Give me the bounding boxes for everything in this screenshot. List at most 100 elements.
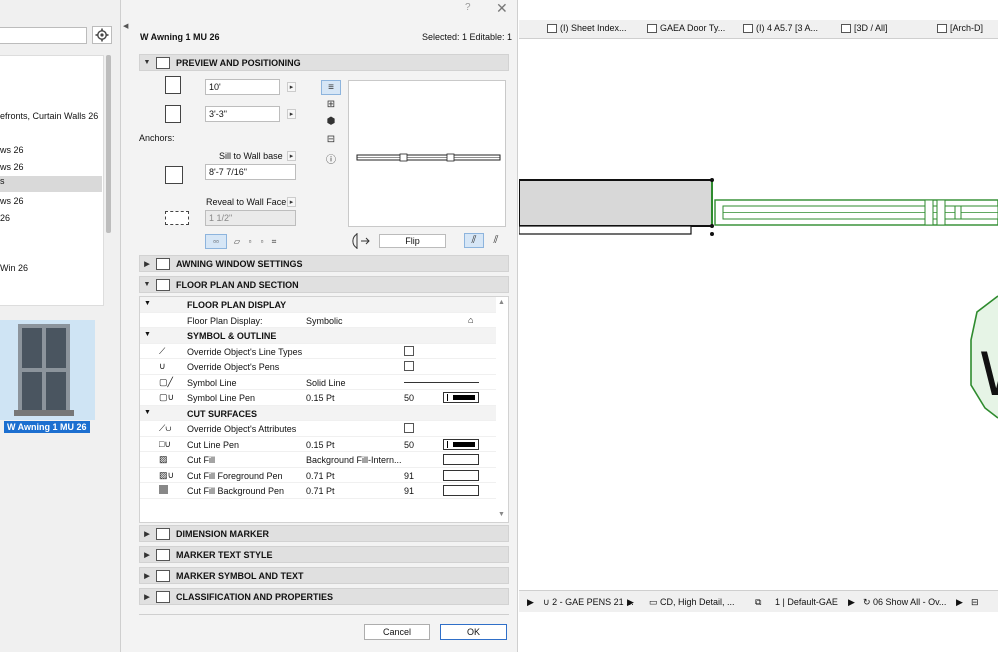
table-row[interactable]: □∪ Cut Line Pen 0.15 Pt 50 (140, 437, 496, 452)
width-menu-arrow[interactable]: ▸ (287, 82, 296, 92)
symbol-line-icon: ▢╱ (159, 376, 173, 387)
pen-swatch[interactable] (443, 438, 479, 450)
tree-item[interactable]: efronts, Curtain Walls 26 (0, 111, 102, 121)
table-row[interactable]: Cut Fill Background Pen 0.71 Pt 91 (140, 483, 496, 499)
model-view-selector[interactable]: ▭ CD, High Detail, ... (649, 597, 735, 608)
view-info-button[interactable]: ⓘ (321, 151, 341, 166)
library-settings-button[interactable] (92, 26, 112, 44)
tree-item-selected[interactable]: s (0, 176, 102, 192)
pen-set-selector[interactable]: ∪ 2 - GAE PENS 21 ... (543, 597, 634, 608)
height-field[interactable]: 3'-3" (205, 106, 280, 122)
library-object-preview[interactable] (0, 320, 95, 420)
sill-height-field[interactable]: 8'-7 7/16" (205, 164, 296, 180)
row-label: Override Object's Line Types (187, 346, 303, 357)
tree-item[interactable]: 26 (0, 213, 102, 223)
cancel-button[interactable]: Cancel (364, 624, 430, 640)
flip-button[interactable]: Flip (379, 234, 446, 248)
override-attributes-checkbox[interactable] (404, 423, 414, 433)
scroll-up-icon[interactable]: ▲ (498, 299, 505, 306)
row-value[interactable]: Symbolic (306, 316, 343, 326)
scroll-down-icon[interactable]: ▼ (498, 511, 505, 518)
section-preview-and-positioning[interactable]: ▼ PREVIEW AND POSITIONING (139, 54, 509, 71)
width-field[interactable]: 10' (205, 79, 280, 95)
library-tree[interactable]: efronts, Curtain Walls 26 ws 26 ws 26 s … (0, 55, 104, 306)
pen-number[interactable]: 50 (404, 440, 414, 450)
sill-mode-label[interactable]: Sill to Wall base (219, 151, 283, 161)
section-classification-and-properties[interactable]: ▶ CLASSIFICATION AND PROPERTIES (139, 588, 509, 605)
pen-number[interactable]: 91 (404, 471, 414, 481)
opening-side-left-button[interactable]: ⫽ (464, 233, 484, 248)
table-row[interactable]: ▢╱ Symbol Line Solid Line (140, 375, 496, 390)
tab-layout[interactable]: [Arch-D] (937, 23, 983, 33)
height-menu-arrow[interactable]: ▸ (287, 109, 296, 119)
tree-item[interactable]: ws 26 (0, 162, 102, 172)
row-value[interactable]: Solid Line (306, 378, 346, 388)
mirror-icon[interactable] (347, 232, 375, 250)
close-button[interactable]: ✕ (496, 0, 508, 17)
reveal-mode-arrow[interactable]: ▸ (287, 197, 296, 207)
layer-icon-button[interactable]: ⧉ (755, 597, 761, 608)
tab-3d[interactable]: [3D / All] (841, 23, 888, 33)
anchor-option-1[interactable]: ▫▫ (205, 234, 227, 249)
expanded-arrow-icon: ▼ (144, 408, 151, 416)
group-floor-plan-display[interactable]: ▼ FLOOR PLAN DISPLAY (140, 297, 496, 313)
section-marker-symbol-and-text[interactable]: ▶ MARKER SYMBOL AND TEXT (139, 567, 509, 584)
group-label: SYMBOL & OUTLINE (187, 331, 277, 341)
tree-item[interactable]: ws 26 (0, 196, 102, 206)
table-row[interactable]: ⟋ Override Object's Line Types (140, 344, 496, 359)
renovation-filter-selector[interactable]: ↻ 06 Show All - Ov... (863, 597, 946, 608)
reveal-mode-label[interactable]: Reveal to Wall Face (206, 197, 286, 207)
table-row[interactable]: Floor Plan Display: Symbolic ⌂ (140, 313, 496, 328)
section-marker-text-style[interactable]: ▶ MARKER TEXT STYLE (139, 546, 509, 563)
table-row[interactable]: ▨∪ Cut Fill Foreground Pen 0.71 Pt 91 (140, 468, 496, 483)
section-awning-window-settings[interactable]: ▶ AWNING WINDOW SETTINGS (139, 255, 509, 272)
scroll-right-icon[interactable]: ▶ (848, 597, 855, 608)
help-button[interactable]: ? (465, 2, 471, 13)
table-row[interactable]: ▨ Cut Fill Background Fill-Intern... (140, 452, 496, 468)
table-row[interactable]: ⟋∪ Override Object's Attributes (140, 421, 496, 437)
anchor-option-5[interactable]: ⌗ (264, 234, 284, 249)
view-floor-plan-button[interactable]: ≡ (321, 80, 341, 95)
scroll-right-icon[interactable]: ▶ (627, 597, 634, 608)
override-line-types-checkbox[interactable] (404, 345, 414, 356)
view-section-button[interactable]: ⊟ (321, 132, 341, 147)
tree-item[interactable]: Win 26 (0, 263, 102, 273)
tab-elevation[interactable]: (I) 4 A5.7 [3 A... (743, 23, 818, 33)
row-label: Floor Plan Display: (187, 315, 263, 326)
pen-swatch[interactable] (443, 392, 479, 403)
row-value[interactable]: Background Fill-Intern... (306, 455, 402, 465)
attributes-icon: ⟋∪ (159, 423, 172, 433)
group-label: CUT SURFACES (187, 408, 258, 419)
section-floor-plan-and-section[interactable]: ▼ FLOOR PLAN AND SECTION (139, 276, 509, 293)
fill-swatch[interactable] (443, 469, 479, 481)
expanded-arrow-icon: ▼ (143, 281, 151, 288)
tab-sheet-index[interactable]: (I) Sheet Index... (547, 23, 627, 33)
library-tree-scrollbar[interactable] (106, 55, 111, 233)
scroll-right-icon[interactable]: ▶ (956, 597, 963, 608)
layer-combo-selector[interactable]: 1 | Default-GAE (775, 597, 838, 607)
window-plan-preview (356, 153, 501, 162)
section-dimension-marker[interactable]: ▶ DIMENSION MARKER (139, 525, 509, 542)
group-cut-surfaces[interactable]: ▼ CUT SURFACES (140, 405, 496, 421)
fill-swatch[interactable] (443, 454, 479, 465)
table-row[interactable]: ∪ Override Object's Pens (140, 359, 496, 375)
view-3d-button[interactable]: ⬢ (321, 114, 341, 129)
group-symbol-outline[interactable]: ▼ SYMBOL & OUTLINE (140, 328, 496, 344)
pen-number[interactable]: 50 (404, 393, 414, 403)
opening-side-right-button[interactable]: ⫽ (486, 233, 506, 248)
pen-number[interactable]: 91 (404, 486, 414, 496)
ok-button[interactable]: OK (440, 624, 507, 640)
structure-display-icon[interactable]: ⊟ (971, 597, 979, 608)
collapse-left-icon[interactable]: ◀ (123, 22, 128, 30)
floor-plan-canvas[interactable]: W (519, 40, 998, 588)
table-row[interactable]: ▢∪ Symbol Line Pen 0.15 Pt 50 (140, 390, 496, 406)
view-elevation-button[interactable]: ⊞ (321, 97, 341, 112)
sill-mode-arrow[interactable]: ▸ (287, 151, 296, 161)
tab-door-types[interactable]: GAEA Door Ty... (647, 23, 725, 33)
library-search-input[interactable] (0, 27, 87, 44)
override-pens-checkbox[interactable] (404, 361, 414, 371)
symbol-type-icon: ⌂ (468, 314, 474, 325)
scroll-left-icon[interactable]: ▶ (527, 597, 534, 608)
tree-item[interactable]: ws 26 (0, 145, 102, 155)
fill-swatch[interactable] (443, 485, 479, 496)
